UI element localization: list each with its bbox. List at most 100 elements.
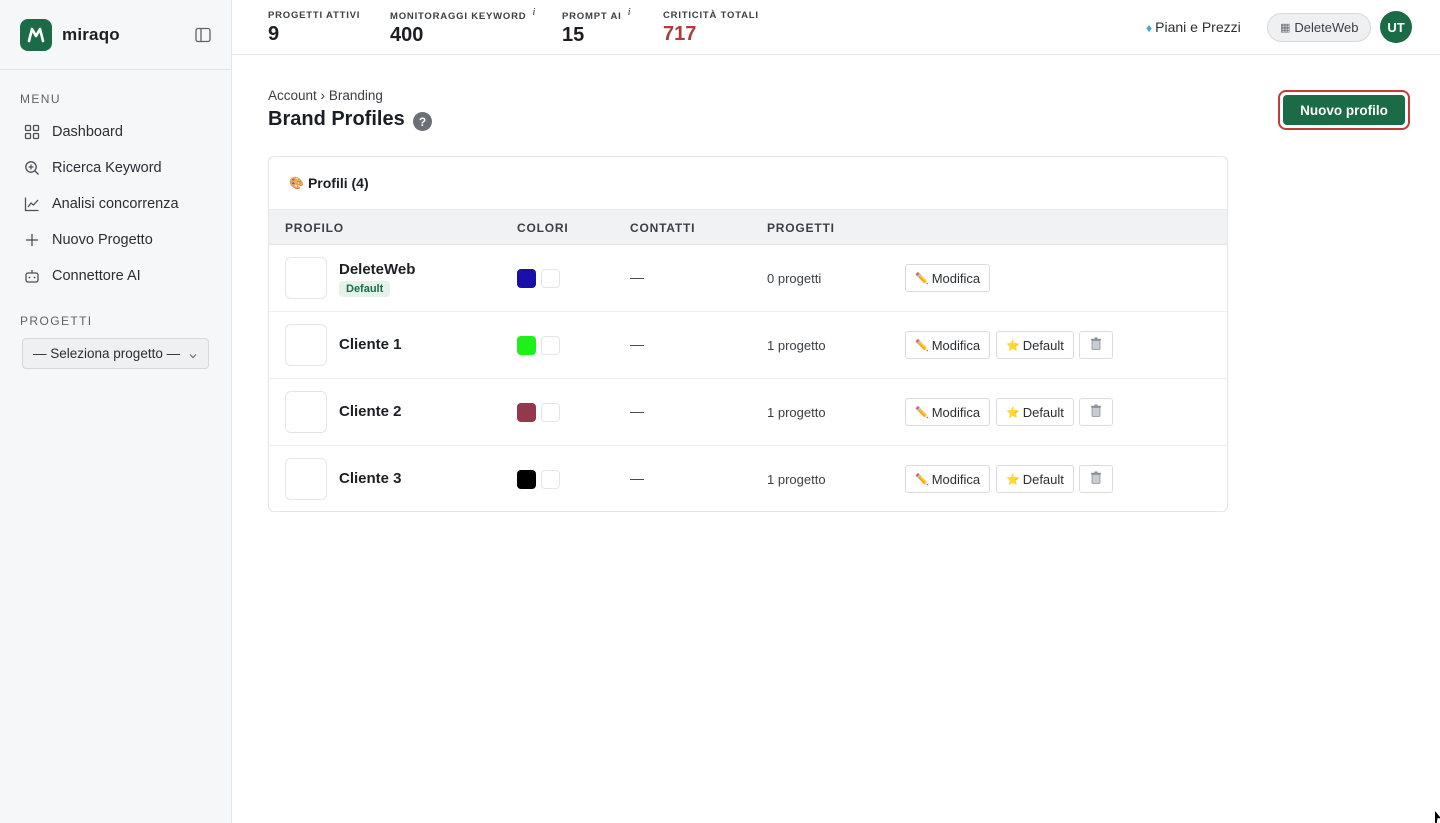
trash-icon [1090,404,1102,420]
profiles-card-title: Profili (4) [307,175,369,191]
sidebar-item-label: Analisi concorrenza [52,196,179,212]
profile-project-count: 1 progetto [767,472,826,487]
profile-name: Cliente 3 [339,470,402,487]
table-row: Cliente 2 — 1 progetto ✏️ Modifica ⭐ Defau… [269,379,1227,446]
stat-prompt-ai: PROMPT AI i 15 [562,6,632,47]
star-icon: ⭐ [1006,473,1020,486]
line-chart-icon [24,196,40,212]
project-select-value: — Seleziona progetto — [33,346,181,361]
table-row: Cliente 1 — 1 progetto ✏️ Modifica ⭐ Defau… [269,312,1227,379]
menu-section-title: MENU [20,92,61,106]
robot-icon [24,268,40,284]
profile-contacts: — [630,470,644,486]
sidebar-item-label: Dashboard [52,124,123,140]
delete-profile-button[interactable] [1079,331,1113,359]
sidebar-item-label: Connettore AI [52,268,141,284]
trash-icon [1090,471,1102,487]
stat-value: 400 [390,24,424,46]
star-icon: ⭐ [1006,339,1020,352]
profile-project-count: 1 progetto [767,338,826,353]
breadcrumb-separator: › [320,88,326,103]
plus-icon [24,232,40,248]
search-icon [24,160,40,176]
breadcrumb-account[interactable]: Account [268,88,317,103]
diamond-icon: ♦ [1146,21,1153,35]
delete-profile-button[interactable] [1079,398,1113,426]
table-row: Cliente 3 — 1 progetto ✏️ Modifica ⭐ Defau… [269,446,1227,511]
set-default-button[interactable]: ⭐ Default [996,331,1074,359]
profile-contacts: — [630,269,644,285]
sidebar-item-connettore-ai[interactable]: Connettore AI [0,258,231,294]
palette-icon: 🎨 [289,176,304,190]
info-icon[interactable]: i [628,6,632,18]
pencil-icon: ✏️ [915,473,929,486]
edit-profile-button[interactable]: ✏️ Modifica [905,264,991,292]
avatar[interactable]: UT [1380,11,1412,43]
stat-label: PROGETTI ATTIVI [268,10,361,21]
plans-link[interactable]: ♦ Piani e Prezzi [1146,19,1241,35]
profile-name: Cliente 1 [339,336,402,353]
page-title: Brand Profiles [268,108,405,130]
stat-label: PROMPT AI i [562,6,632,22]
organization-name: DeleteWeb [1294,20,1359,35]
profile-logo-thumbnail [285,257,327,299]
secondary-color-swatch [541,269,560,288]
sidebar-item-analisi-concorrenza[interactable]: Analisi concorrenza [0,186,231,222]
edit-profile-button[interactable]: ✏️ Modifica [905,331,991,359]
set-default-label: Default [1022,337,1064,353]
logo-icon[interactable] [20,18,52,51]
edit-profile-button[interactable]: ✏️ Modifica [905,465,991,493]
set-default-button[interactable]: ⭐ Default [996,465,1074,493]
secondary-color-swatch [541,336,560,355]
project-select[interactable]: — Seleziona progetto — [22,338,209,369]
info-icon[interactable]: i [532,6,536,18]
set-default-button[interactable]: ⭐ Default [996,398,1074,426]
stat-progetti-attivi: PROGETTI ATTIVI 9 [268,10,360,46]
column-header-profilo: PROFILO [285,221,344,235]
stat-criticita-totali: CRITICITÀ TOTALI 717 [663,10,759,46]
primary-color-swatch [517,269,536,288]
main-menu: Dashboard Ricerca Keyword Analisi concor… [0,114,231,294]
set-default-label: Default [1022,404,1064,420]
delete-profile-button[interactable] [1079,465,1113,493]
column-header-contatti: CONTATTI [630,221,696,235]
help-icon[interactable]: ? [413,112,432,131]
stat-value: 717 [663,23,697,45]
profile-name: DeleteWeb [339,261,416,278]
profiles-card-header: 🎨 Profili (4) [269,157,1227,209]
new-profile-button[interactable]: Nuovo profilo [1283,95,1405,125]
pencil-icon: ✏️ [915,272,929,285]
brand-header: miraqo [0,0,231,70]
edit-label: Modifica [931,471,981,487]
chevron-down-icon [188,349,198,359]
profile-name: Cliente 2 [339,403,402,420]
organization-switcher[interactable]: ▦ DeleteWeb [1267,13,1372,42]
profile-logo-thumbnail [285,324,327,366]
profiles-card: 🎨 Profili (4) PROFILO COLORI CONTATTI PR… [268,156,1228,512]
star-icon: ⭐ [1006,406,1020,419]
profile-project-count: 1 progetto [767,405,826,420]
table-row: DeleteWeb Default — 0 progetti ✏️ Modific… [269,245,1227,312]
primary-color-swatch [517,470,536,489]
new-profile-highlight: Nuovo profilo [1278,90,1410,130]
sidebar-item-ricerca-keyword[interactable]: Ricerca Keyword [0,150,231,186]
sidebar-toggle-icon[interactable] [195,27,211,43]
primary-color-swatch [517,336,536,355]
trash-icon [1090,337,1102,353]
edit-profile-button[interactable]: ✏️ Modifica [905,398,991,426]
primary-color-swatch [517,403,536,422]
profile-contacts: — [630,336,644,352]
edit-label: Modifica [931,404,981,420]
profile-contacts: — [630,403,644,419]
sidebar-item-label: Ricerca Keyword [52,160,162,176]
top-bar: PROGETTI ATTIVI 9 MONITORAGGI KEYWORD i 4… [232,0,1440,55]
column-header-progetti: PROGETTI [767,221,835,235]
edit-label: Modifica [931,270,981,286]
table-header: PROFILO COLORI CONTATTI PROGETTI [269,209,1227,245]
sidebar-item-nuovo-progetto[interactable]: Nuovo Progetto [0,222,231,258]
stat-value: 9 [268,23,280,45]
building-icon: ▦ [1280,22,1291,34]
stat-value: 15 [562,24,585,46]
sidebar-item-dashboard[interactable]: Dashboard [0,114,231,150]
profile-logo-thumbnail [285,458,327,500]
